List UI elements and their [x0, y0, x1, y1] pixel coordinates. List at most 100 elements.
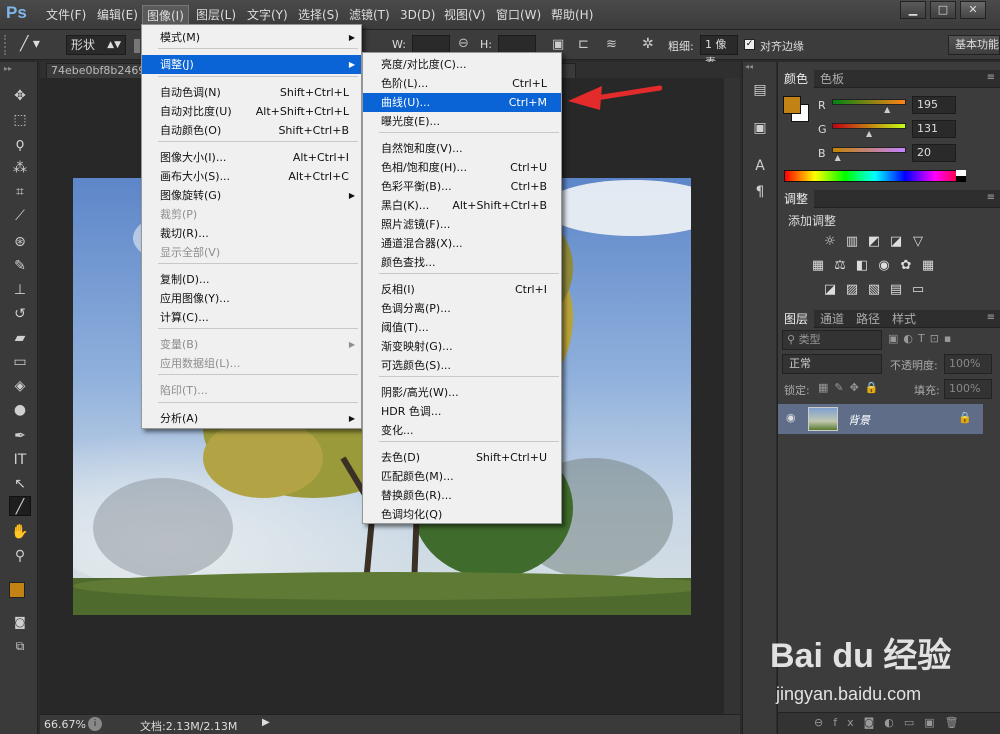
clone-stamp-tool-icon[interactable]: ⊥ [9, 280, 31, 300]
b-slider[interactable]: ▲ [832, 147, 906, 162]
g-value-field[interactable]: 131 [912, 120, 956, 138]
gradient-tool-icon[interactable]: ▭ [9, 352, 31, 372]
move-tool-icon[interactable]: ✥ [9, 86, 31, 106]
adjust-menu-item[interactable]: 亮度/对比度(C)... [363, 55, 561, 74]
menu-window[interactable]: 窗口(W) [492, 5, 545, 25]
tab-channels[interactable]: 通道 [814, 310, 850, 328]
adjust-menu-item[interactable]: 反相(I) Ctrl+I [363, 280, 561, 299]
eraser-tool-icon[interactable]: ▰ [9, 328, 31, 348]
foreground-color-swatch[interactable] [783, 96, 801, 114]
collapse-icon[interactable]: ▸▸ [4, 64, 12, 73]
hue-saturation-adjustment-icon[interactable]: ▦ [810, 258, 826, 274]
curves-adjustment-icon[interactable]: ◩ [866, 234, 882, 250]
exposure-adjustment-icon[interactable]: ◪ [888, 234, 904, 250]
layer-row-background[interactable]: ◉ 背景 🔒 [778, 404, 983, 434]
opacity-field[interactable]: 100% [944, 354, 992, 374]
blur-tool-icon[interactable]: ◈ [9, 376, 31, 396]
r-slider-knob[interactable]: ▲ [884, 105, 890, 114]
marquee-tool-icon[interactable]: ⬚ [9, 110, 31, 130]
adjust-menu-item[interactable]: 颜色查找... [363, 253, 561, 272]
panel-menu-icon[interactable]: ≡ [987, 192, 995, 203]
color-spectrum-bar[interactable] [784, 170, 966, 182]
brush-tool-icon[interactable]: ✎ [9, 256, 31, 276]
adjust-menu-item[interactable]: 曝光度(E)... [363, 112, 561, 131]
color-lookup-adjustment-icon[interactable]: ▦ [920, 258, 936, 274]
zoom-tool-icon[interactable]: ⚲ [9, 546, 31, 566]
align-edges-checkbox[interactable]: ✓ [744, 39, 755, 50]
type-tool-icon[interactable]: IT [9, 450, 31, 470]
adjust-menu-item[interactable]: 阈值(T)... [363, 318, 561, 337]
g-slider-knob[interactable]: ▲ [866, 129, 872, 138]
tab-paths[interactable]: 路径 [850, 310, 886, 328]
image-menu-item[interactable]: 复制(D)... [142, 270, 361, 289]
b-slider-knob[interactable]: ▲ [835, 153, 841, 162]
brightness-adjustment-icon[interactable]: ☼ [822, 234, 838, 250]
image-menu-item[interactable]: 分析(A) ▶ [142, 409, 361, 428]
posterize-adjustment-icon[interactable]: ▨ [844, 282, 860, 298]
path-selection-tool-icon[interactable]: ↖ [9, 474, 31, 494]
adjust-menu-item[interactable]: 替换颜色(R)... [363, 486, 561, 505]
adjust-menu-item[interactable]: 变化... [363, 421, 561, 440]
image-menu-item[interactable]: 计算(C)... [142, 308, 361, 327]
image-menu-item[interactable]: 模式(M) ▶ [142, 28, 361, 47]
gradient-map-adjustment-icon[interactable]: ▤ [888, 282, 904, 298]
close-button[interactable]: ✕ [960, 1, 986, 19]
dodge-tool-icon[interactable]: ● [9, 400, 31, 420]
magic-wand-tool-icon[interactable]: ⁂ [9, 158, 31, 178]
zoom-level[interactable]: 66.67% [44, 718, 86, 731]
history-panel-icon[interactable]: ▤ [751, 82, 769, 100]
image-menu-item[interactable]: 裁切(R)... [142, 224, 361, 243]
menu-type[interactable]: 文字(Y) [243, 5, 292, 25]
link-icon[interactable]: ⊖ [458, 36, 469, 51]
black-white-adjustment-icon[interactable]: ◧ [854, 258, 870, 274]
healing-brush-tool-icon[interactable]: ⊛ [9, 232, 31, 252]
panel-menu-icon[interactable]: ≡ [987, 72, 995, 83]
foreground-color-swatch[interactable] [9, 582, 25, 598]
adjust-menu-item[interactable]: 色调均化(Q) [363, 505, 561, 524]
history-brush-tool-icon[interactable]: ↺ [9, 304, 31, 324]
shape-mode-select[interactable]: 形状 ▲▼ [66, 35, 126, 55]
photo-filter-adjustment-icon[interactable]: ◉ [876, 258, 892, 274]
channel-mixer-adjustment-icon[interactable]: ✿ [898, 258, 914, 274]
adjust-menu-item[interactable]: 色阶(L)... Ctrl+L [363, 74, 561, 93]
layer-filter-select[interactable]: ⚲ 类型 [782, 330, 882, 350]
eye-icon[interactable]: ◉ [786, 411, 796, 424]
image-menu-item[interactable]: 应用图像(Y)... [142, 289, 361, 308]
adjust-menu-item[interactable]: 阴影/高光(W)... [363, 383, 561, 402]
menu-select[interactable]: 选择(S) [294, 5, 343, 25]
image-menu-item[interactable]: 图像大小(I)... Alt+Ctrl+I [142, 148, 361, 167]
line-tool-icon[interactable]: ╱ ▾ [20, 36, 40, 52]
adjust-menu-item[interactable]: 可选颜色(S)... [363, 356, 561, 375]
tab-styles[interactable]: 样式 [886, 310, 922, 328]
fill-swatch-icon[interactable] [134, 39, 140, 53]
quick-mask-icon[interactable]: ◙ [9, 612, 31, 632]
collapse-icon[interactable]: ◂◂ [745, 62, 753, 71]
menu-edit[interactable]: 编辑(E) [93, 5, 142, 25]
workspace-button[interactable]: 基本功能 [948, 35, 1000, 55]
gear-icon[interactable]: ✲ [642, 36, 654, 52]
r-slider[interactable]: ▲ [832, 99, 906, 114]
panel-menu-icon[interactable]: ≡ [987, 312, 995, 323]
black-white-swatch[interactable] [956, 170, 966, 182]
adjust-menu-item[interactable]: 黑白(K)... Alt+Shift+Ctrl+B [363, 196, 561, 215]
tab-adjustments[interactable]: 调整 [778, 190, 815, 208]
tab-layers[interactable]: 图层 [778, 310, 815, 328]
adjust-menu-item[interactable]: 通道混合器(X)... [363, 234, 561, 253]
menu-layer[interactable]: 图层(L) [192, 5, 240, 25]
status-menu-arrow-icon[interactable]: ▶ [262, 717, 270, 728]
adjust-menu-item[interactable]: 色调分离(P)... [363, 299, 561, 318]
adjust-menu-item[interactable]: 照片滤镜(F)... [363, 215, 561, 234]
adjust-menu-item[interactable]: 去色(D) Shift+Ctrl+U [363, 448, 561, 467]
line-tool-active-icon[interactable]: ╱ [9, 496, 31, 516]
properties-panel-icon[interactable]: ▣ [751, 120, 769, 138]
levels-adjustment-icon[interactable]: ▥ [844, 234, 860, 250]
crop-tool-icon[interactable]: ⌗ [9, 182, 31, 202]
tab-swatches[interactable]: 色板 [814, 70, 850, 88]
menu-file[interactable]: 文件(F) [42, 5, 90, 25]
pen-tool-icon[interactable]: ✒ [9, 426, 31, 446]
threshold-adjustment-icon[interactable]: ▧ [866, 282, 882, 298]
status-info-icon[interactable]: i [88, 717, 102, 731]
hand-tool-icon[interactable]: ✋ [9, 522, 31, 542]
lock-icons[interactable]: ▦✎✥🔒 [818, 381, 885, 394]
selective-color-adjustment-icon[interactable]: ▭ [910, 282, 926, 298]
